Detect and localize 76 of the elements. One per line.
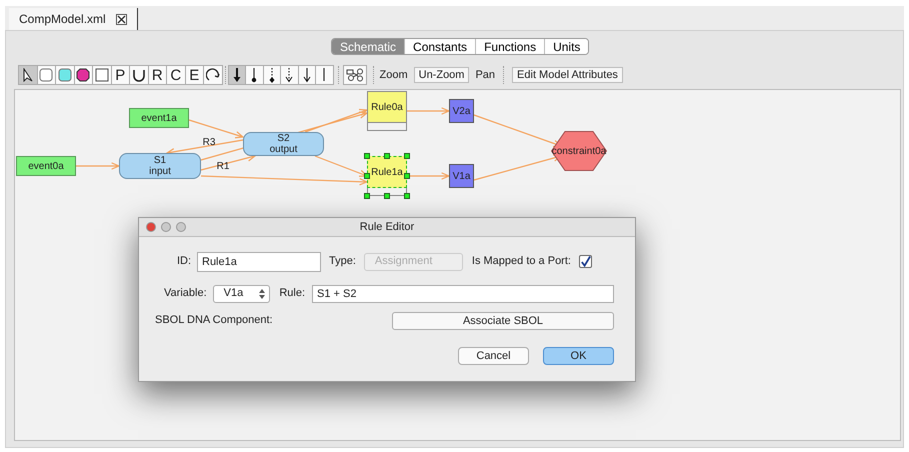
species-node[interactable]: S2 output: [243, 132, 324, 156]
stepper-arrows-icon: [259, 288, 266, 298]
reaction-label: R3: [202, 137, 216, 148]
species-port-label: input: [149, 166, 171, 177]
dialog-title: Rule Editor: [360, 220, 414, 235]
edit-attributes-button[interactable]: Edit Model Attributes: [512, 67, 623, 83]
connector-button[interactable]: [228, 65, 246, 85]
rule-node[interactable]: Rule0a: [367, 91, 407, 131]
connection-arrow: [406, 107, 451, 115]
constraint-node[interactable]: constraint0a: [551, 131, 607, 171]
selection-handle[interactable]: [364, 153, 370, 159]
type-label: Type:: [329, 254, 356, 270]
pointer-icon: [20, 68, 35, 82]
selection-handle[interactable]: [384, 193, 390, 199]
close-button[interactable]: [146, 222, 156, 232]
down-arrow-icon: [302, 67, 312, 83]
pan-label: Pan: [475, 68, 496, 83]
circular-arrow-icon: [206, 68, 220, 82]
id-label: ID:: [176, 254, 191, 270]
rule-label: Rule:: [279, 286, 306, 302]
tool-button[interactable]: [18, 65, 38, 85]
rule-node[interactable]: Rule1a: [367, 156, 407, 196]
variable-dropdown[interactable]: V1a: [212, 284, 270, 302]
selection-handle[interactable]: [364, 173, 370, 179]
selection-handle[interactable]: [404, 193, 410, 199]
sbol-label: SBOL DNA Component:: [155, 313, 274, 328]
tool-button[interactable]: C: [166, 65, 186, 85]
node-graph-icon: [346, 68, 364, 82]
bold-arrow-icon: [232, 67, 242, 83]
tool-button[interactable]: [129, 65, 148, 85]
rule-label: Rule0a: [367, 91, 407, 123]
selection-handle[interactable]: [404, 153, 410, 159]
connector-button[interactable]: [245, 65, 264, 85]
dialog-button[interactable]: Cancel: [458, 347, 529, 365]
tool-button[interactable]: [92, 65, 112, 85]
port-label: Is Mapped to a Port:: [472, 254, 571, 270]
close-icon[interactable]: [116, 14, 127, 24]
tool-button[interactable]: [74, 65, 93, 85]
layout-button[interactable]: [342, 65, 366, 85]
species-port-label: output: [270, 144, 298, 155]
selection-handle[interactable]: [364, 193, 370, 199]
dotted-arrow-icon: [284, 67, 294, 83]
tool-button[interactable]: E: [184, 65, 204, 85]
species-id: S2: [277, 133, 290, 144]
port-checkbox[interactable]: [578, 255, 592, 268]
u-shape-icon: [132, 68, 146, 82]
species-node[interactable]: S1 input: [119, 153, 201, 179]
unzoom-button[interactable]: Un-Zoom: [414, 67, 470, 83]
connector-button[interactable]: [280, 65, 298, 85]
species-id: S1: [154, 155, 166, 166]
tool-button[interactable]: P: [110, 65, 130, 85]
diamond-line-icon: [266, 67, 277, 83]
connector-button[interactable]: [315, 65, 334, 85]
tool-button[interactable]: [203, 65, 222, 85]
associate-sbol-button[interactable]: Associate SBOL: [392, 312, 614, 330]
rounded-square-icon: [39, 68, 54, 82]
selection-handle[interactable]: [404, 173, 410, 179]
constraint-label: constraint0a: [552, 144, 606, 158]
dialog-button[interactable]: OK: [543, 347, 614, 365]
event-node[interactable]: event1a: [129, 108, 189, 128]
connection-arrow: [75, 162, 121, 170]
rule-label: Rule1a: [367, 156, 407, 188]
view-tab[interactable]: Units: [544, 39, 588, 54]
document-tab[interactable]: CompModel.xml: [9, 8, 138, 30]
selection-handle[interactable]: [384, 153, 390, 159]
event-node[interactable]: event0a: [16, 156, 76, 176]
zoom-label: Zoom: [380, 68, 408, 83]
variable-node[interactable]: V2a: [449, 99, 474, 123]
reaction-label: R1: [216, 161, 230, 172]
variable-label: Variable:: [163, 286, 207, 302]
square-icon: [94, 68, 109, 82]
document-tab-title: CompModel.xml: [19, 11, 106, 28]
variable-node[interactable]: V1a: [449, 164, 474, 188]
tool-button[interactable]: R: [148, 65, 167, 85]
id-field[interactable]: Rule1a: [197, 252, 321, 272]
rule-field[interactable]: S1 + S2: [312, 284, 614, 302]
